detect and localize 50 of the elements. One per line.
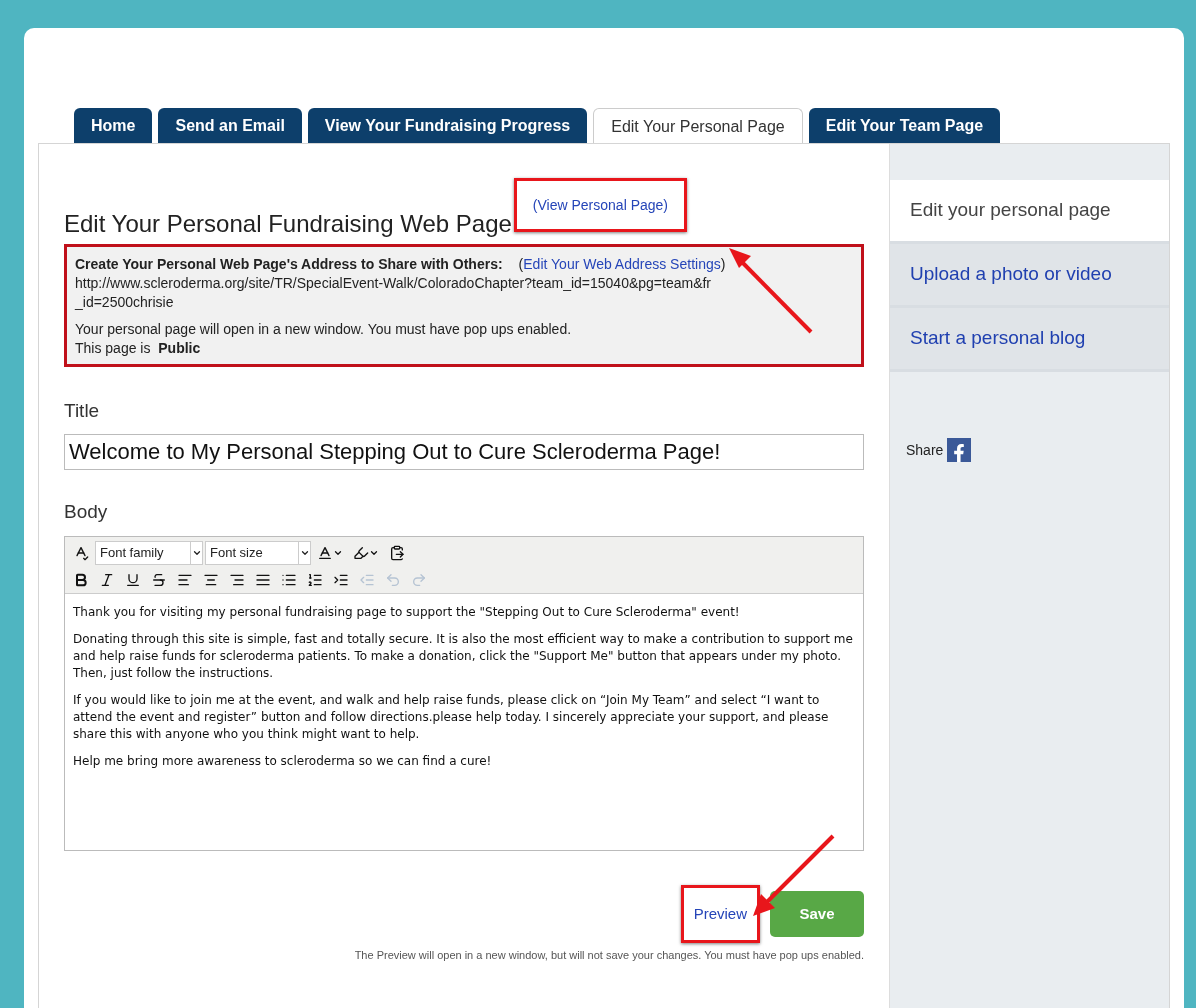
body-label: Body: [64, 499, 109, 524]
justify-icon: [255, 572, 271, 588]
title-label: Title: [64, 399, 101, 423]
body-paragraph: Help me bring more awareness to scleroderma so we can find a cure!: [73, 753, 493, 770]
sidebar-item[interactable]: Start a personal blog: [890, 308, 1169, 372]
tab[interactable]: View Your Fundraising Progress: [307, 108, 588, 143]
font-size-select[interactable]: Font size: [205, 541, 311, 565]
popup-note: Your personal page will open in a new window. You must have pop ups enabled.: [75, 320, 573, 339]
text-color-icon: [317, 545, 333, 561]
undo-icon: [385, 572, 401, 588]
edit-web-address-link[interactable]: Edit Your Web Address Settings: [523, 256, 721, 272]
body-paragraph: Donating through this site is simple, fast and totally secure. It is also the most efficient way to make a contribution to support me and help raise funds for scleroderma patients. To make a donation, click the "Support Me" button that appears under my photo. Then, just follow the instructions.: [73, 631, 854, 682]
tab[interactable]: Edit Your Team Page: [808, 108, 1001, 143]
tab[interactable]: Edit Your Personal Page: [593, 108, 803, 144]
page-status: This page is Public: [75, 339, 202, 358]
title-input[interactable]: Welcome to My Personal Stepping Out to Cure Scleroderma Page!: [64, 433, 864, 470]
share-label: Share: [906, 440, 944, 460]
tab[interactable]: Send an Email: [158, 108, 302, 143]
indent-icon: [333, 572, 349, 588]
dropdown-icon: [191, 548, 202, 558]
tab[interactable]: Home: [74, 108, 153, 143]
sidebar-item[interactable]: Edit your personal page: [890, 180, 1169, 244]
page-heading: Edit Your Personal Fundraising Web Page: [64, 212, 512, 236]
caret-icon: [369, 548, 379, 558]
align-center-icon: [203, 572, 219, 588]
preview-note: The Preview will open in a new window, but will not save your changes. You must have pop ups enabled.: [353, 948, 864, 963]
view-personal-page-link[interactable]: (View Personal Page): [532, 197, 668, 213]
body-paragraph: If you would like to join me at the event, and walk and help raise funds, please click on “Join My Team” and select “I want to attend the event and register” button and follow directions.please help today. I sincerely appreciate your support, and please share this with anyone who you think might want to help.: [73, 692, 830, 743]
underline-icon: [125, 572, 141, 588]
align-left-icon: [177, 572, 193, 588]
caret-icon: [333, 548, 343, 558]
strikethrough-icon: [151, 572, 167, 588]
page-url: http://www.scleroderma.org/site/TR/SpecialEvent-Walk/ColoradoChapter?team_id=15040&pg=team&fr_id=2500chrisie: [75, 274, 712, 312]
outdent-icon: [359, 572, 375, 588]
numbered-list-icon: [307, 572, 323, 588]
font-family-select[interactable]: Font family: [95, 541, 203, 565]
highlighter-icon: [353, 545, 369, 561]
address-text: Create Your Personal Web Page's Address to Share with Others: (Edit Your Web Address Settings): [75, 255, 727, 274]
dropdown-icon: [299, 548, 310, 558]
clipboard-icon: [389, 545, 405, 561]
align-right-icon: [229, 572, 245, 588]
sidebar-item[interactable]: Upload a photo or video: [890, 244, 1169, 308]
facebook-icon[interactable]: [947, 438, 972, 462]
redo-icon: [411, 572, 427, 588]
preview-link[interactable]: Preview: [693, 905, 747, 922]
bullet-list-icon: [281, 572, 297, 588]
italic-icon: [99, 572, 115, 588]
body-paragraph: Thank you for visiting my personal fundraising page to support the "Stepping Out to Cure Scleroderma" event!: [73, 604, 741, 621]
spellcheck-icon: [73, 545, 89, 561]
bold-icon: [73, 572, 89, 588]
